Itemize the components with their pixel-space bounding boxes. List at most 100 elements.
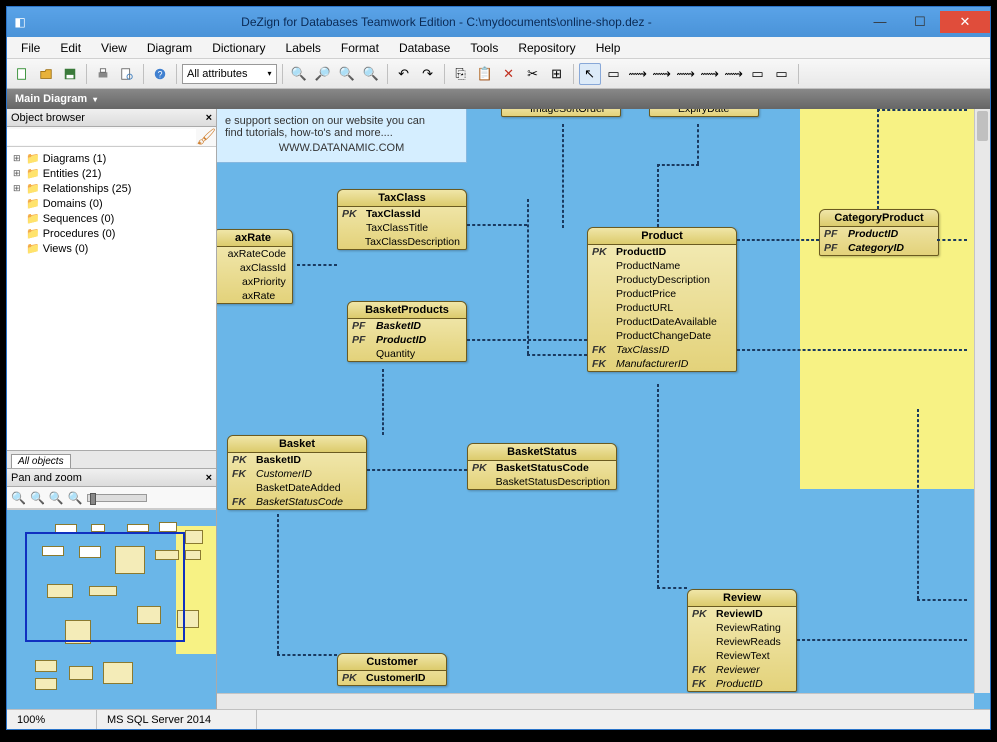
highlight-region bbox=[800, 109, 990, 489]
close-button[interactable]: ✕ bbox=[940, 11, 990, 33]
zoom-100-button[interactable]: 🔍 bbox=[360, 63, 382, 85]
pan-zoom-close-icon[interactable]: × bbox=[206, 472, 212, 484]
statusbar: 100% MS SQL Server 2014 bbox=[7, 709, 990, 729]
entity-taxrate[interactable]: axRate axRateCode axClassId axPriority a… bbox=[217, 229, 293, 304]
open-button[interactable] bbox=[35, 63, 57, 85]
folder-icon: 📁 bbox=[26, 152, 40, 165]
entity-review[interactable]: Review PKReviewID ReviewRating ReviewRea… bbox=[687, 589, 797, 692]
redo-button[interactable]: ↷ bbox=[417, 63, 439, 85]
delete-button[interactable]: ✕ bbox=[498, 63, 520, 85]
folder-icon: 📁 bbox=[26, 212, 40, 225]
menu-edit[interactable]: Edit bbox=[52, 39, 89, 57]
relationship-tool-5[interactable]: ⟿ bbox=[723, 63, 745, 85]
new-button[interactable] bbox=[11, 63, 33, 85]
svg-text:?: ? bbox=[158, 69, 163, 79]
object-browser-tabs: All objects bbox=[7, 450, 216, 468]
entity-partial-image[interactable]: ImageSortOrder bbox=[501, 109, 621, 117]
tree-item-domains[interactable]: 📁Domains (0) bbox=[9, 196, 214, 211]
relationship-tool-4[interactable]: ⟿ bbox=[699, 63, 721, 85]
canvas-scrollbar-horizontal[interactable] bbox=[217, 693, 974, 709]
pan-zoom-panel: Pan and zoom × 🔍 🔍 🔍 🔍 bbox=[7, 468, 216, 709]
entity-categoryproduct[interactable]: CategoryProduct PFProductID PFCategoryID bbox=[819, 209, 939, 256]
menu-format[interactable]: Format bbox=[333, 39, 387, 57]
menu-file[interactable]: File bbox=[13, 39, 48, 57]
relationship-tool-1[interactable]: ⟿ bbox=[627, 63, 649, 85]
paste-button[interactable]: 📋 bbox=[474, 63, 496, 85]
pz-zoom-out-icon[interactable]: 🔍 bbox=[30, 491, 45, 505]
app-icon: ◧ bbox=[7, 15, 33, 29]
print-button[interactable] bbox=[92, 63, 114, 85]
entity-basketproducts[interactable]: BasketProducts PFBasketID PFProductID Qu… bbox=[347, 301, 467, 362]
tree-item-entities[interactable]: ⊞📁Entities (21) bbox=[9, 166, 214, 181]
canvas-scrollbar-vertical[interactable] bbox=[974, 109, 990, 693]
filter-icon[interactable]: 🖌 bbox=[196, 127, 216, 147]
window-title: DeZign for Databases Teamwork Edition - … bbox=[33, 15, 860, 29]
menubar: File Edit View Diagram Dictionary Labels… bbox=[7, 37, 990, 59]
find-button[interactable]: ⊞ bbox=[546, 63, 568, 85]
menu-repository[interactable]: Repository bbox=[510, 39, 583, 57]
print-preview-button[interactable] bbox=[116, 63, 138, 85]
folder-icon: 📁 bbox=[26, 197, 40, 210]
zoom-in-button[interactable]: 🔍 bbox=[288, 63, 310, 85]
diagram-canvas[interactable]: e support section on our website you can… bbox=[217, 109, 990, 709]
entity-partial-expiry[interactable]: ExpiryDate bbox=[649, 109, 759, 117]
save-button[interactable] bbox=[59, 63, 81, 85]
tree-item-procedures[interactable]: 📁Procedures (0) bbox=[9, 226, 214, 241]
zoom-fit-button[interactable]: 🔍 bbox=[336, 63, 358, 85]
object-browser-header[interactable]: Object browser × bbox=[7, 109, 216, 127]
menu-dictionary[interactable]: Dictionary bbox=[204, 39, 273, 57]
object-browser-close-icon[interactable]: × bbox=[206, 112, 212, 124]
menu-diagram[interactable]: Diagram bbox=[139, 39, 200, 57]
tree-item-relationships[interactable]: ⊞📁Relationships (25) bbox=[9, 181, 214, 196]
folder-icon: 📁 bbox=[26, 182, 40, 195]
pz-zoom-fit-icon[interactable]: 🔍 bbox=[49, 491, 64, 505]
folder-icon: 📁 bbox=[26, 242, 40, 255]
view-tool[interactable]: ▭ bbox=[747, 63, 769, 85]
app-window: ◧ DeZign for Databases Teamwork Edition … bbox=[6, 6, 991, 730]
entity-basket[interactable]: Basket PKBasketID FKCustomerID BasketDat… bbox=[227, 435, 367, 510]
pz-zoom-100-icon[interactable]: 🔍 bbox=[68, 491, 83, 505]
minimize-button[interactable]: — bbox=[860, 11, 900, 33]
minimap-viewport[interactable] bbox=[25, 532, 185, 642]
attributes-combo-label: All attributes bbox=[187, 68, 248, 80]
tree-item-diagrams[interactable]: ⊞📁Diagrams (1) bbox=[9, 151, 214, 166]
menu-view[interactable]: View bbox=[93, 39, 135, 57]
object-tree[interactable]: ⊞📁Diagrams (1) ⊞📁Entities (21) ⊞📁Relatio… bbox=[7, 147, 216, 450]
copy-button[interactable]: ⎘ bbox=[450, 63, 472, 85]
menu-database[interactable]: Database bbox=[391, 39, 458, 57]
entity-basketstatus[interactable]: BasketStatus PKBasketStatusCode BasketSt… bbox=[467, 443, 617, 490]
maximize-button[interactable]: ☐ bbox=[900, 11, 940, 33]
menu-help[interactable]: Help bbox=[588, 39, 629, 57]
pan-zoom-title: Pan and zoom bbox=[11, 472, 82, 484]
note-tool[interactable]: ▭ bbox=[771, 63, 793, 85]
menu-labels[interactable]: Labels bbox=[278, 39, 329, 57]
help-button[interactable]: ? bbox=[149, 63, 171, 85]
entity-taxclass[interactable]: TaxClass PKTaxClassId TaxClassTitle TaxC… bbox=[337, 189, 467, 250]
entity-product[interactable]: Product PKProductID ProductName Producty… bbox=[587, 227, 737, 372]
pointer-tool[interactable]: ↖ bbox=[579, 63, 601, 85]
diagram-tab[interactable]: Main Diagram bbox=[7, 89, 990, 109]
pan-zoom-header[interactable]: Pan and zoom × bbox=[7, 469, 216, 487]
tree-item-views[interactable]: 📁Views (0) bbox=[9, 241, 214, 256]
object-filter-input[interactable] bbox=[7, 129, 196, 145]
left-pane: Object browser × 🖌 ⊞📁Diagrams (1) ⊞📁Enti… bbox=[7, 109, 217, 709]
zoom-out-button[interactable]: 🔎 bbox=[312, 63, 334, 85]
relationship-tool-2[interactable]: ⟿ bbox=[651, 63, 673, 85]
pz-zoom-in-icon[interactable]: 🔍 bbox=[11, 491, 26, 505]
menu-tools[interactable]: Tools bbox=[462, 39, 506, 57]
tree-item-sequences[interactable]: 📁Sequences (0) bbox=[9, 211, 214, 226]
diagram-tab-label: Main Diagram bbox=[15, 93, 87, 105]
relationship-tool-3[interactable]: ⟿ bbox=[675, 63, 697, 85]
entity-tool[interactable]: ▭ bbox=[603, 63, 625, 85]
zoom-slider[interactable] bbox=[87, 494, 147, 502]
undo-button[interactable]: ↶ bbox=[393, 63, 415, 85]
all-objects-tab[interactable]: All objects bbox=[11, 454, 71, 468]
folder-icon: 📁 bbox=[26, 227, 40, 240]
cut-button[interactable]: ✂ bbox=[522, 63, 544, 85]
toolbar: ? All attributes 🔍 🔎 🔍 🔍 ↶ ↷ ⎘ 📋 ✕ ✂ ⊞ ↖… bbox=[7, 59, 990, 89]
titlebar[interactable]: ◧ DeZign for Databases Teamwork Edition … bbox=[7, 7, 990, 37]
attributes-combo[interactable]: All attributes bbox=[182, 64, 277, 84]
hint-link[interactable]: WWW.DATANAMIC.COM bbox=[279, 142, 404, 154]
entity-customer[interactable]: Customer PKCustomerID bbox=[337, 653, 447, 686]
overview-minimap[interactable] bbox=[7, 509, 216, 709]
